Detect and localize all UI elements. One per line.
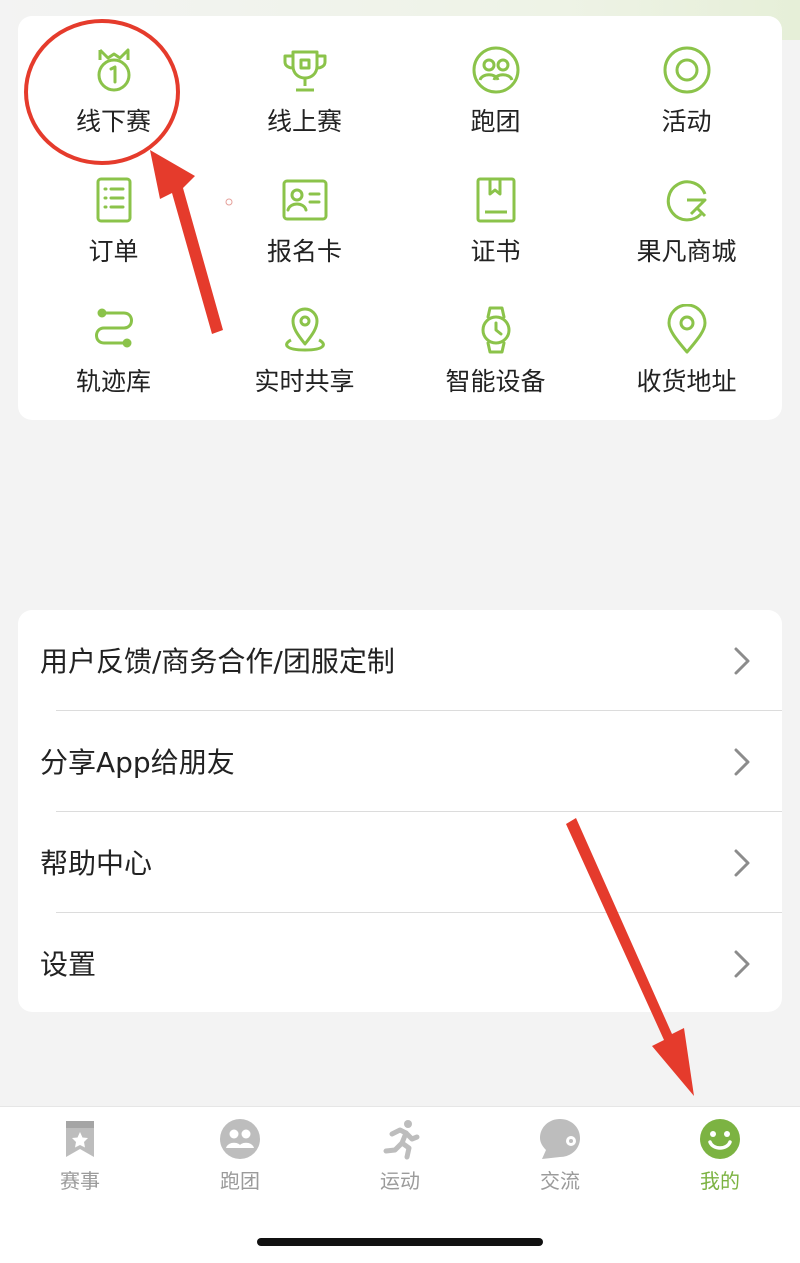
grid-item-certificate[interactable]: 证书 [400, 146, 591, 276]
grid-label: 果凡商城 [636, 237, 737, 266]
id-card-icon [279, 174, 331, 226]
grid-label: 跑团 [470, 107, 521, 136]
grid-label: 轨迹库 [75, 367, 151, 396]
tab-label: 我的 [700, 1169, 740, 1193]
grid-item-online-race[interactable]: 线上赛 [209, 16, 400, 146]
grid-item-shipping-address[interactable]: 收货地址 [591, 276, 782, 406]
shop-icon [661, 174, 713, 226]
smiley-icon [698, 1117, 742, 1161]
tab-me[interactable]: 我的 [640, 1117, 800, 1207]
runner-icon [378, 1117, 422, 1161]
grid-label: 线下赛 [75, 107, 151, 136]
grid-item-running-group[interactable]: 跑团 [400, 16, 591, 146]
certificate-icon [470, 174, 522, 226]
grid-item-track-library[interactable]: 轨迹库 [18, 276, 209, 406]
feature-grid: 线下赛 线上赛 跑团 活动 订单 报名卡 证书 果凡商城 轨迹库 实时共享 智能… [18, 16, 782, 420]
location-share-icon [279, 304, 331, 356]
menu-item-feedback[interactable]: 用户反馈/商务合作/团服定制 [18, 610, 782, 710]
chevron-right-icon [732, 848, 752, 878]
tab-label: 交流 [540, 1169, 580, 1193]
events-icon [58, 1117, 102, 1161]
trophy-icon [279, 44, 331, 96]
chevron-right-icon [732, 646, 752, 676]
grid-item-smart-device[interactable]: 智能设备 [400, 276, 591, 406]
grid-item-live-share[interactable]: 实时共享 [209, 276, 400, 406]
tab-events[interactable]: 赛事 [0, 1117, 160, 1207]
activity-icon [661, 44, 713, 96]
home-indicator [257, 1238, 543, 1246]
grid-label: 实时共享 [254, 367, 355, 396]
menu-item-label: 帮助中心 [40, 847, 153, 880]
grid-item-shop[interactable]: 果凡商城 [591, 146, 782, 276]
group-tab-icon [218, 1117, 262, 1161]
grid-label: 订单 [88, 237, 139, 266]
menu-item-help-center[interactable]: 帮助中心 [18, 812, 782, 912]
tab-running-group[interactable]: 跑团 [160, 1117, 320, 1207]
tab-label: 运动 [380, 1169, 420, 1193]
tab-label: 跑团 [220, 1169, 260, 1193]
grid-label: 报名卡 [266, 237, 342, 266]
grid-item-orders[interactable]: 订单 [18, 146, 209, 276]
menu-item-label: 用户反馈/商务合作/团服定制 [40, 645, 395, 678]
watch-icon [470, 304, 522, 356]
chat-icon [538, 1117, 582, 1161]
tab-community[interactable]: 交流 [480, 1117, 640, 1207]
tab-sports[interactable]: 运动 [320, 1117, 480, 1207]
grid-label: 线上赛 [266, 107, 342, 136]
menu-item-settings[interactable]: 设置 [18, 913, 782, 1013]
order-list-icon [88, 174, 140, 226]
chevron-right-icon [732, 949, 752, 979]
grid-item-offline-race[interactable]: 线下赛 [18, 16, 209, 146]
grid-item-activity[interactable]: 活动 [591, 16, 782, 146]
settings-menu: 用户反馈/商务合作/团服定制 分享App给朋友 帮助中心 设置 [18, 610, 782, 1012]
grid-label: 证书 [470, 237, 521, 266]
group-icon [470, 44, 522, 96]
grid-item-registration-card[interactable]: 报名卡 [209, 146, 400, 276]
grid-label: 活动 [661, 107, 712, 136]
menu-item-share-app[interactable]: 分享App给朋友 [18, 711, 782, 811]
address-pin-icon [661, 304, 713, 356]
chevron-right-icon [732, 747, 752, 777]
menu-item-label: 设置 [40, 948, 97, 981]
menu-item-label: 分享App给朋友 [40, 746, 235, 779]
medal-icon [88, 44, 140, 96]
track-icon [88, 304, 140, 356]
grid-label: 智能设备 [445, 367, 546, 396]
grid-label: 收货地址 [636, 367, 737, 396]
tab-label: 赛事 [60, 1169, 100, 1193]
